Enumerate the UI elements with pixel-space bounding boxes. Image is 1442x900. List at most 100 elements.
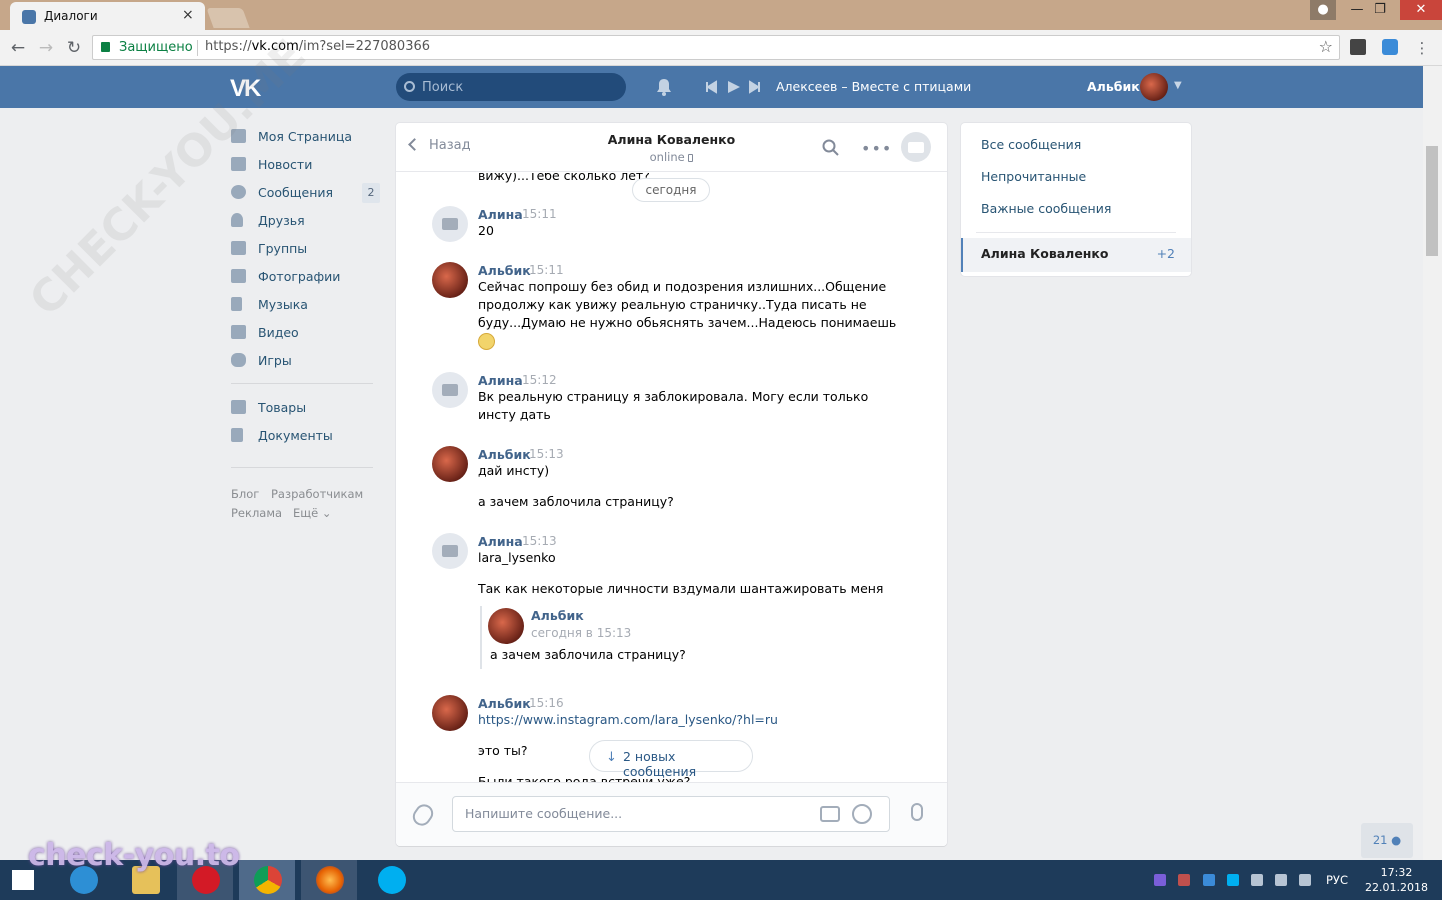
viber-tray-icon[interactable] bbox=[1154, 874, 1166, 886]
menu-item-messages[interactable]: Сообщения 2 bbox=[231, 181, 381, 205]
message-time[interactable]: 15:12 bbox=[522, 373, 557, 387]
emoji-icon[interactable] bbox=[852, 804, 872, 824]
vk-favicon-icon bbox=[22, 10, 36, 24]
message-time[interactable]: 15:16 bbox=[529, 696, 564, 710]
page-scrollbar[interactable] bbox=[1423, 66, 1442, 860]
menu-item-games[interactable]: Игры bbox=[231, 349, 381, 373]
browser-tab[interactable]: Диалоги × bbox=[10, 2, 205, 30]
message-input-box[interactable] bbox=[452, 796, 890, 832]
watermark-logo: check-you.to bbox=[28, 838, 240, 873]
language-indicator[interactable]: РУС bbox=[1326, 873, 1348, 887]
search-box[interactable] bbox=[396, 73, 626, 101]
message-author[interactable]: Алина bbox=[478, 534, 523, 549]
now-playing-track[interactable]: Алексеев – Вместе с птицами bbox=[776, 79, 971, 94]
message-link[interactable]: https://www.instagram.com/lara_lysenko/?… bbox=[478, 711, 778, 729]
menu-divider bbox=[231, 383, 373, 384]
scrollbar-thumb[interactable] bbox=[1426, 146, 1438, 256]
filter-all-messages[interactable]: Все сообщения bbox=[981, 137, 1081, 152]
quote-avatar[interactable] bbox=[488, 608, 524, 644]
chat-header: Назад Алина Коваленко online ••• bbox=[396, 123, 947, 172]
quote-author[interactable]: Альбик bbox=[531, 608, 584, 623]
footer-link-ads[interactable]: Реклама bbox=[231, 506, 282, 520]
tray-icon[interactable] bbox=[1178, 874, 1190, 886]
bell-icon[interactable] bbox=[656, 78, 672, 96]
forward-arrow-icon[interactable]: → bbox=[36, 38, 56, 58]
sender-avatar[interactable] bbox=[432, 206, 468, 242]
sender-avatar[interactable] bbox=[432, 695, 468, 731]
new-messages-button[interactable]: ↓ 2 новых сообщения bbox=[589, 740, 753, 779]
message-author[interactable]: Альбик bbox=[478, 696, 531, 711]
dialog-filters-panel: Все сообщения Непрочитанные Важные сообщ… bbox=[961, 123, 1191, 276]
menu-item-market[interactable]: Товары bbox=[231, 396, 381, 420]
new-tab-button[interactable] bbox=[206, 8, 250, 28]
menu-item-groups[interactable]: Группы bbox=[231, 237, 381, 261]
network-icon[interactable] bbox=[1275, 874, 1287, 886]
footer-link-developers[interactable]: Разработчикам bbox=[271, 487, 363, 501]
message-time[interactable]: 15:13 bbox=[529, 447, 564, 461]
message-time[interactable]: 15:11 bbox=[529, 263, 564, 277]
attach-photo-icon[interactable] bbox=[820, 806, 840, 822]
header-user-name[interactable]: Альбик bbox=[1087, 79, 1140, 94]
message-time[interactable]: 15:11 bbox=[522, 207, 557, 221]
message-author[interactable]: Альбик bbox=[478, 447, 531, 462]
messages-count-badge: 2 bbox=[362, 183, 380, 203]
shield-extension-icon[interactable] bbox=[1382, 39, 1398, 55]
active-dialog-count: +2 bbox=[1156, 246, 1175, 261]
menu-item-news[interactable]: Новости bbox=[231, 153, 381, 177]
message-author[interactable]: Алина bbox=[478, 207, 523, 222]
browser-menu-icon[interactable]: ⋮ bbox=[1412, 38, 1432, 58]
audio-player-controls[interactable] bbox=[705, 79, 765, 95]
taskbar-clock[interactable]: 17:32 22.01.2018 bbox=[1365, 865, 1428, 895]
taskbar-firefox[interactable] bbox=[301, 860, 357, 900]
bookmark-star-icon[interactable]: ☆ bbox=[1319, 37, 1333, 56]
microphone-icon[interactable] bbox=[911, 803, 923, 821]
chat-panel: Назад Алина Коваленко online ••• вижу)..… bbox=[396, 123, 947, 846]
close-window-button[interactable]: ✕ bbox=[1400, 0, 1442, 20]
taskbar-skype[interactable] bbox=[363, 860, 419, 900]
message-time[interactable]: 15:13 bbox=[522, 534, 557, 548]
volume-icon[interactable] bbox=[1299, 874, 1311, 886]
docs-icon bbox=[231, 428, 243, 442]
reload-icon[interactable]: ↻ bbox=[64, 38, 84, 58]
menu-item-video[interactable]: Видео bbox=[231, 321, 381, 345]
sender-avatar[interactable] bbox=[432, 446, 468, 482]
sender-avatar[interactable] bbox=[432, 533, 468, 569]
url-text[interactable]: https://vk.com/im?sel=227080366 bbox=[205, 39, 430, 54]
more-dots-icon[interactable]: ••• bbox=[861, 139, 892, 158]
tray-icon[interactable] bbox=[1203, 874, 1215, 886]
camera-icon bbox=[908, 142, 924, 153]
footer-link-blog[interactable]: Блог bbox=[231, 487, 259, 501]
filter-important[interactable]: Важные сообщения bbox=[981, 201, 1111, 216]
message-text: Так как некоторые личности вздумали шант… bbox=[478, 581, 884, 596]
message-input[interactable] bbox=[465, 806, 795, 821]
filter-unread[interactable]: Непрочитанные bbox=[981, 169, 1086, 184]
active-dialog-item[interactable]: Алина Коваленко +2 bbox=[961, 238, 1191, 272]
secure-label: Защищено bbox=[119, 40, 193, 55]
online-friends-button[interactable]: 21 ● bbox=[1361, 823, 1413, 858]
header-avatar[interactable] bbox=[1140, 73, 1168, 101]
message-author[interactable]: Альбик bbox=[478, 263, 531, 278]
sender-avatar[interactable] bbox=[432, 372, 468, 408]
profile-icon[interactable]: ● bbox=[1310, 0, 1336, 20]
footer-link-more[interactable]: Ещё ⌄ bbox=[293, 506, 331, 520]
attach-paperclip-icon[interactable] bbox=[409, 800, 437, 830]
chevron-down-icon[interactable]: ▼ bbox=[1174, 80, 1182, 91]
skype-tray-icon[interactable] bbox=[1227, 874, 1239, 886]
taskbar-chrome[interactable] bbox=[239, 860, 295, 900]
search-input[interactable] bbox=[422, 78, 612, 96]
menu-item-music[interactable]: Музыка bbox=[231, 293, 381, 317]
menu-item-photos[interactable]: Фотографии bbox=[231, 265, 381, 289]
extension-icon[interactable] bbox=[1350, 39, 1366, 55]
windows-logo-icon bbox=[12, 870, 34, 890]
tray-icon[interactable] bbox=[1251, 874, 1263, 886]
search-icon[interactable] bbox=[822, 139, 840, 157]
menu-item-friends[interactable]: Друзья bbox=[231, 209, 381, 233]
message-text: буду...Думаю не нужно обьяснять зачем...… bbox=[478, 315, 897, 330]
peer-avatar-camera[interactable] bbox=[901, 132, 931, 162]
close-tab-icon[interactable]: × bbox=[182, 7, 194, 23]
menu-item-documents[interactable]: Документы bbox=[231, 424, 381, 448]
restore-button[interactable]: ❐ bbox=[1365, 0, 1395, 20]
message-author[interactable]: Алина bbox=[478, 373, 523, 388]
back-arrow-icon[interactable]: ← bbox=[8, 38, 28, 58]
sender-avatar[interactable] bbox=[432, 262, 468, 298]
